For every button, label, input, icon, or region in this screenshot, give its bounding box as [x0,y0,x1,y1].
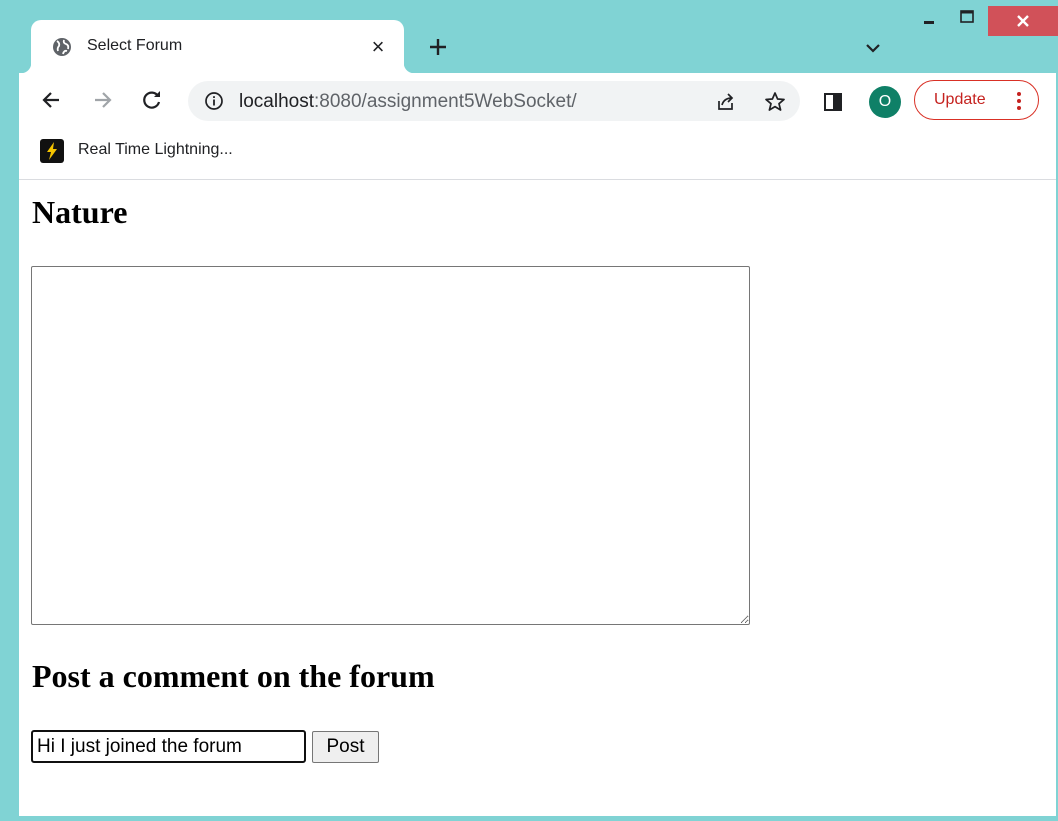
chevron-down-icon[interactable] [862,38,884,58]
url-text: localhost:8080/assignment5WebSocket/ [239,91,577,113]
window-close-button[interactable] [988,6,1058,36]
update-button[interactable]: Update [914,80,1039,120]
back-arrow-icon[interactable] [37,85,67,115]
more-vert-icon [1017,92,1021,110]
tab-close-icon[interactable]: × [367,36,389,58]
bookmark-star-icon[interactable] [763,90,787,114]
post-button[interactable]: Post [312,731,379,763]
window-bottom-border [19,816,1056,821]
comment-input[interactable] [31,730,306,763]
side-panel-icon[interactable] [822,91,844,113]
share-icon[interactable] [715,91,737,113]
url-host: localhost [239,91,314,112]
profile-avatar[interactable]: O [869,86,901,118]
update-label: Update [934,91,986,108]
bookmark-real-time-lightning[interactable]: Real Time Lightning... [78,141,233,159]
bookmarks-bar: Real Time Lightning... [19,129,1056,180]
address-bar[interactable]: localhost:8080/assignment5WebSocket/ [188,81,800,121]
minimize-icon[interactable] [914,6,944,28]
lightning-icon [40,139,64,163]
plus-icon[interactable] [426,35,450,59]
forward-arrow-icon[interactable] [87,85,117,115]
tab-title: Select Forum [87,37,183,54]
lightning-bolt-glyph [47,142,57,160]
tab-select-forum[interactable]: Select Forum × [21,20,414,73]
url-path: :8080/assignment5WebSocket/ [314,91,577,112]
close-icon [1017,15,1029,27]
reload-icon[interactable] [137,85,167,115]
info-icon[interactable] [204,91,224,111]
globe-icon [53,38,71,56]
browser-toolbar: localhost:8080/assignment5WebSocket/ O U… [19,73,1056,129]
browser-window: Select Forum × localhost:8080/assignment… [0,0,1058,821]
messages-textarea[interactable] [31,266,750,625]
maximize-icon[interactable] [952,6,982,28]
forum-title: Nature [32,194,128,230]
tab-strip: Select Forum × [0,0,1058,73]
post-comment-heading: Post a comment on the forum [32,658,435,694]
page-content: Nature Post a comment on the forum Post [19,180,1056,816]
